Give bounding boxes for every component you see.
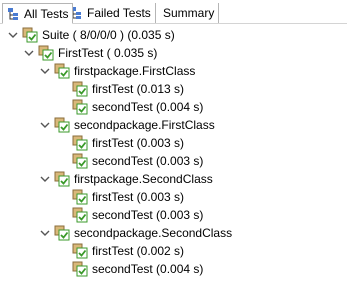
tree-node-method[interactable]: secondTest (0.003 s): [72, 206, 203, 224]
class-passed-icon: [54, 117, 70, 133]
tree-node-suite[interactable]: Suite ( 8/0/0/0 ) (0.035 s): [7, 26, 175, 44]
tab-failed-tests-label: Failed Tests: [87, 6, 151, 20]
method-label: secondTest (0.004 s): [92, 262, 204, 276]
chevron-down-icon[interactable]: [39, 65, 51, 77]
class-label: firstpackage.FirstClass: [74, 64, 196, 78]
method-label: secondTest (0.003 s): [92, 208, 204, 222]
tree-node-method[interactable]: firstTest (0.002 s): [72, 242, 184, 260]
class-label: firstpackage.SecondClass: [74, 172, 213, 186]
tab-all-tests-label: All Tests: [24, 6, 69, 21]
chevron-down-icon[interactable]: [39, 119, 51, 131]
method-passed-icon: [72, 207, 88, 223]
method-passed-icon: [72, 261, 88, 277]
tree-node-method[interactable]: secondTest (0.004 s): [72, 98, 203, 116]
tree-node-method[interactable]: firstTest (0.013 s): [72, 80, 184, 98]
tab-summary[interactable]: Summary: [159, 3, 220, 23]
tree-node-test[interactable]: FirstTest ( 0.035 s): [23, 44, 157, 62]
tree-node-class[interactable]: secondpackage.SecondClass: [39, 224, 232, 242]
method-label: secondTest (0.003 s): [92, 154, 204, 168]
class-passed-icon: [54, 63, 70, 79]
class-label: secondpackage.FirstClass: [74, 118, 215, 132]
tree-node-class[interactable]: firstpackage.SecondClass: [39, 170, 213, 188]
chevron-down-icon[interactable]: [23, 47, 35, 59]
test-hierarchy-icon: [8, 7, 18, 20]
suite-passed-icon: [22, 27, 38, 43]
method-label: secondTest (0.004 s): [92, 100, 204, 114]
class-label: secondpackage.SecondClass: [74, 226, 233, 240]
tree-node-class[interactable]: secondpackage.FirstClass: [39, 116, 215, 134]
chevron-down-icon[interactable]: [7, 29, 19, 41]
method-passed-icon: [72, 135, 88, 151]
method-label: firstTest (0.013 s): [92, 82, 185, 96]
tree-node-method[interactable]: secondTest (0.004 s): [72, 260, 203, 278]
tree-node-method[interactable]: secondTest (0.003 s): [72, 152, 203, 170]
view-tab-bar: All Tests Failed Tests Summary: [0, 0, 347, 24]
class-passed-icon: [54, 171, 70, 187]
suite-label: Suite ( 8/0/0/0 ) (0.035 s): [42, 28, 175, 42]
tab-summary-label: Summary: [163, 6, 215, 20]
class-passed-icon: [54, 225, 70, 241]
method-passed-icon: [72, 243, 88, 259]
test-passed-icon: [38, 45, 54, 61]
method-passed-icon: [72, 153, 88, 169]
method-passed-icon: [72, 81, 88, 97]
tree-node-method[interactable]: firstTest (0.003 s): [72, 188, 184, 206]
method-passed-icon: [72, 189, 88, 205]
method-label: firstTest (0.002 s): [92, 244, 185, 258]
tree-node-method[interactable]: firstTest (0.003 s): [72, 134, 184, 152]
tab-all-tests[interactable]: All Tests: [2, 3, 74, 24]
test-label: FirstTest ( 0.035 s): [58, 46, 158, 60]
chevron-down-icon[interactable]: [39, 173, 51, 185]
tab-failed-tests[interactable]: Failed Tests: [66, 3, 156, 23]
chevron-down-icon[interactable]: [39, 227, 51, 239]
tree-node-class[interactable]: firstpackage.FirstClass: [39, 62, 195, 80]
method-label: firstTest (0.003 s): [92, 190, 185, 204]
method-passed-icon: [72, 99, 88, 115]
method-label: firstTest (0.003 s): [92, 136, 185, 150]
